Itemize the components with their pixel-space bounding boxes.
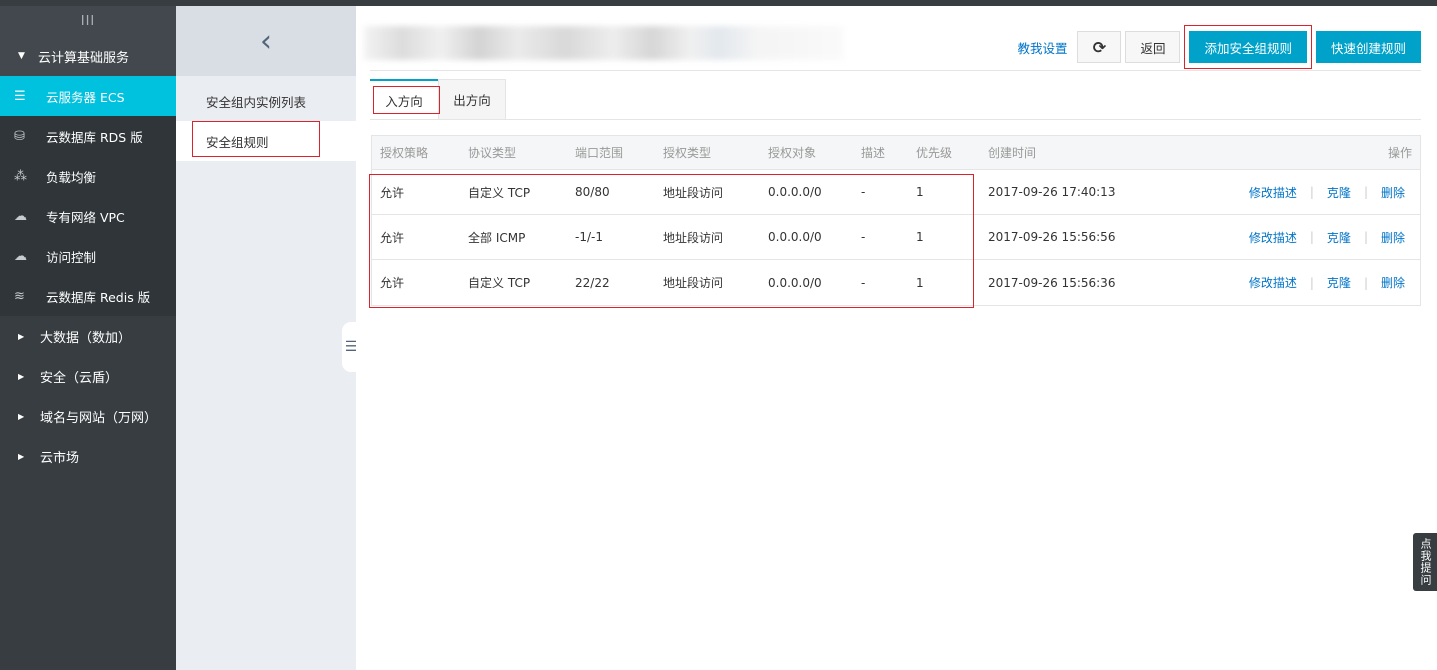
cell-created: 2017-09-26 15:56:56 <box>988 230 1116 244</box>
row-actions: 修改描述 | 克隆 | 删除 <box>1180 229 1420 246</box>
load-balancer-icon: ⁂ <box>14 168 27 184</box>
column-header: 端口范围 <box>575 146 624 160</box>
delete-link[interactable]: 删除 <box>1381 229 1405 246</box>
refresh-icon: ⟳ <box>1092 37 1107 57</box>
sidebar-item-label: 云服务器 ECS <box>46 89 125 105</box>
main-content: 教我设置 ⟳ 返回 添加安全组规则 快速创建规则 入方向 出方向 授权策略 协议… <box>356 6 1437 670</box>
ask-question-button[interactable]: 点我提问 <box>1413 533 1437 591</box>
sidebar-item-label: 云数据库 RDS 版 <box>46 129 143 145</box>
separator: | <box>1309 230 1314 244</box>
add-security-rule-button[interactable]: 添加安全组规则 <box>1189 31 1307 63</box>
sidebar-group-security[interactable]: ▶ 安全（云盾） <box>0 356 176 396</box>
delete-link[interactable]: 删除 <box>1381 184 1405 201</box>
blurred-page-title <box>364 26 844 60</box>
subnav-item-label: 安全组内实例列表 <box>206 94 307 110</box>
database-icon: ⛁ <box>14 128 25 144</box>
table-header-row: 授权策略 协议类型 端口范围 授权类型 授权对象 描述 优先级 创建时间 操作 <box>372 136 1420 170</box>
separator: | <box>1309 185 1314 199</box>
tab-outbound[interactable]: 出方向 <box>438 79 506 119</box>
sidebar-group-bigdata[interactable]: ▶ 大数据（数加） <box>0 316 176 356</box>
sidebar-item-rds[interactable]: ⛁ 云数据库 RDS 版 <box>0 116 176 156</box>
caret-right-icon: ▶ <box>18 331 25 341</box>
column-header: 授权对象 <box>768 146 817 160</box>
header-actions: 教我设置 ⟳ 返回 添加安全组规则 快速创建规则 <box>1017 25 1421 69</box>
column-header: 授权类型 <box>663 146 712 160</box>
column-header: 操作 <box>1387 146 1412 160</box>
caret-right-icon: ▶ <box>18 411 25 421</box>
edit-description-link[interactable]: 修改描述 <box>1249 184 1297 201</box>
sidebar-group-label: 云市场 <box>40 450 80 466</box>
sidebar-group-cloud-basic[interactable]: ▼ 云计算基础服务 <box>0 36 176 76</box>
sidebar-item-label: 专有网络 VPC <box>46 209 125 225</box>
caret-right-icon: ▶ <box>18 451 25 461</box>
edit-description-link[interactable]: 修改描述 <box>1249 229 1297 246</box>
redis-layers-icon: ≋ <box>14 288 25 304</box>
row-actions: 修改描述 | 克隆 | 删除 <box>1180 274 1420 291</box>
sidebar-item-slb[interactable]: ⁂ 负载均衡 <box>0 156 176 196</box>
back-button[interactable]: 返回 <box>1125 31 1181 63</box>
edit-description-link[interactable]: 修改描述 <box>1249 274 1297 291</box>
sidebar-toggle-icon: III <box>80 13 96 29</box>
secondary-nav: ‹ 安全组内实例列表 安全组规则 ☰ <box>176 6 360 670</box>
cell-created: 2017-09-26 17:40:13 <box>988 185 1116 199</box>
chevron-left-icon: ‹ <box>260 23 272 59</box>
sidebar-group-label: 域名与网站（万网） <box>40 410 158 426</box>
sidebar-toggle[interactable]: III <box>0 6 176 36</box>
sidebar-group-label: 云计算基础服务 <box>38 50 130 66</box>
delete-link[interactable]: 删除 <box>1381 274 1405 291</box>
sidebar-group-label: 大数据（数加） <box>40 330 132 346</box>
separator: | <box>1363 230 1368 244</box>
separator: | <box>1363 275 1368 290</box>
quick-create-rule-button[interactable]: 快速创建规则 <box>1315 31 1421 63</box>
cloud-network-icon: ☁ <box>14 208 27 224</box>
direction-tabs: 入方向 出方向 <box>370 79 506 119</box>
back-chevron-button[interactable]: ‹ <box>176 6 356 76</box>
sidebar-item-label: 访问控制 <box>46 249 97 265</box>
sidebar-group-domain[interactable]: ▶ 域名与网站（万网） <box>0 396 176 436</box>
server-icon: ☰ <box>14 88 26 104</box>
clone-link[interactable]: 克隆 <box>1327 184 1351 201</box>
row-actions: 修改描述 | 克隆 | 删除 <box>1180 184 1420 201</box>
highlight-box <box>192 121 320 157</box>
caret-down-icon: ▼ <box>18 51 25 61</box>
main-sidebar: III ▼ 云计算基础服务 ☰ 云服务器 ECS ⛁ 云数据库 RDS 版 ⁂ … <box>0 6 176 670</box>
tab-label: 出方向 <box>453 93 491 108</box>
sidebar-item-ecs[interactable]: ☰ 云服务器 ECS <box>0 76 176 116</box>
sidebar-item-label: 云数据库 Redis 版 <box>46 289 151 305</box>
separator: | <box>1363 185 1368 199</box>
caret-right-icon: ▶ <box>18 371 25 381</box>
highlight-box <box>373 86 440 114</box>
column-header: 描述 <box>861 146 886 160</box>
cloud-key-icon: ☁ <box>14 248 27 264</box>
separator: | <box>1309 275 1314 290</box>
header-divider <box>370 70 1421 71</box>
help-setup-link[interactable]: 教我设置 <box>1017 38 1067 57</box>
column-header: 优先级 <box>916 146 953 160</box>
tabs-divider <box>370 119 1421 120</box>
cell-created: 2017-09-26 15:56:36 <box>988 275 1116 290</box>
subnav-item-instances[interactable]: 安全组内实例列表 <box>176 81 356 121</box>
clone-link[interactable]: 克隆 <box>1327 274 1351 291</box>
column-header: 协议类型 <box>468 146 517 160</box>
highlight-box: 添加安全组规则 <box>1184 25 1312 69</box>
highlight-box <box>369 174 974 308</box>
sidebar-item-label: 负载均衡 <box>46 169 97 185</box>
sidebar-group-market[interactable]: ▶ 云市场 <box>0 436 176 476</box>
sidebar-group-label: 安全（云盾） <box>40 370 119 386</box>
refresh-button[interactable]: ⟳ <box>1077 31 1122 63</box>
sidebar-item-ram[interactable]: ☁ 访问控制 <box>0 236 176 276</box>
column-header: 创建时间 <box>988 146 1037 160</box>
clone-link[interactable]: 克隆 <box>1327 229 1351 246</box>
column-header: 授权策略 <box>380 146 429 160</box>
sidebar-item-vpc[interactable]: ☁ 专有网络 VPC <box>0 196 176 236</box>
sidebar-item-redis[interactable]: ≋ 云数据库 Redis 版 <box>0 276 176 316</box>
